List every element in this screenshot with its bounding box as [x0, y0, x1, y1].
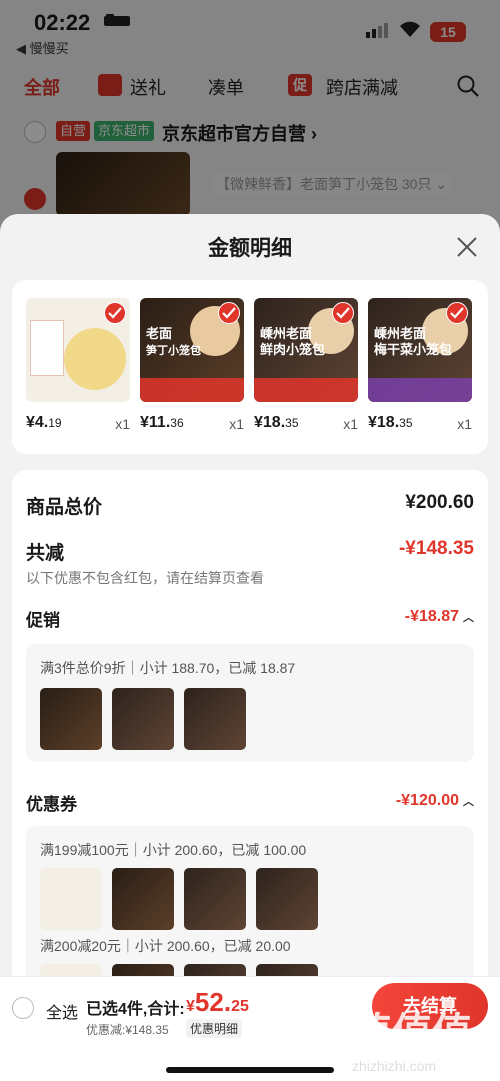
promo-toggle[interactable]: -¥18.87 ︿ — [405, 608, 474, 626]
product-caption: 嵊州老面 鲜肉小笼包 — [260, 326, 326, 357]
price-decimal: 35 — [285, 416, 299, 430]
watermark-text: 值值值 — [352, 1011, 472, 1055]
price-main: ¥18. — [368, 414, 400, 431]
product-qty: x1 — [457, 416, 472, 432]
promo-value: -¥18.87 — [404, 608, 459, 625]
product-thumbnail — [112, 868, 174, 930]
chevron-up-icon: ︿ — [463, 796, 474, 808]
promo-rule-text: 满3件总价9折｜小计 188.70，已减 18.87 — [40, 660, 296, 676]
amount-detail-sheet: 金额明细 ¥4.19 x1 老面 笋丁小笼包 ¥11.36 x1 嵊州老面 鲜肉… — [0, 214, 500, 1081]
product-thumbnail — [40, 688, 102, 750]
product-thumbnail — [40, 868, 102, 930]
tofu-skin-image — [64, 328, 126, 390]
product-thumbnail — [112, 688, 174, 750]
promo-label: 促销 — [26, 611, 60, 630]
product-price: ¥18.35 — [254, 414, 299, 432]
product-thumbnail — [184, 868, 246, 930]
discount-detail-button[interactable]: 优惠明细 — [186, 1019, 243, 1038]
price-breakdown-card: 商品总价 ¥200.60 共减 -¥148.35 以下优惠不包含红包，请在结算页… — [12, 470, 488, 1046]
product-check-icon[interactable] — [446, 302, 468, 324]
product-banner — [140, 378, 244, 402]
product-price: ¥18.35 — [368, 414, 413, 432]
select-all-radio[interactable] — [12, 997, 34, 1019]
product-caption: 嵊州老面 梅干菜小笼包 — [374, 326, 453, 357]
product-image: 老面 笋丁小笼包 — [140, 298, 244, 402]
chevron-up-icon: ︿ — [463, 612, 474, 624]
currency-symbol: ¥ — [186, 998, 195, 1015]
total-value: ¥200.60 — [405, 492, 474, 513]
product-image — [26, 298, 130, 402]
coupon-value: -¥120.00 — [395, 792, 459, 809]
coupon-label: 优惠券 — [26, 795, 77, 814]
discount-summary: 优惠减:¥148.35 — [86, 1023, 169, 1037]
product-item[interactable]: 老面 笋丁小笼包 ¥11.36 x1 — [140, 298, 244, 432]
coupon-rule-text: 满199减100元｜小计 200.60，已减 100.00 — [40, 842, 307, 858]
sheet-title: 金额明细 — [208, 237, 292, 260]
home-indicator — [166, 1067, 334, 1073]
product-item[interactable]: ¥4.19 x1 — [26, 298, 130, 432]
coupon-toggle[interactable]: -¥120.00 ︿ — [396, 792, 474, 810]
total-main: 52. — [194, 987, 232, 1017]
product-caption: 老面 笋丁小笼包 — [146, 326, 201, 357]
product-item[interactable]: 嵊州老面 鲜肉小笼包 ¥18.35 x1 — [254, 298, 358, 432]
price-decimal: 19 — [48, 416, 62, 430]
coupon-rule-text: 满200减20元｜小计 200.60，已减 20.00 — [40, 938, 291, 954]
close-icon[interactable] — [456, 236, 478, 258]
product-qty: x1 — [229, 416, 244, 432]
product-check-icon[interactable] — [218, 302, 240, 324]
product-banner — [254, 378, 358, 402]
package-image — [30, 320, 64, 376]
discount-note: 以下优惠不包含红包，请在结算页查看 — [26, 570, 264, 586]
product-check-icon[interactable] — [104, 302, 126, 324]
total-label: 商品总价 — [26, 497, 103, 518]
price-main: ¥11. — [140, 414, 171, 431]
product-qty: x1 — [115, 416, 130, 432]
product-qty: x1 — [343, 416, 358, 432]
product-image: 嵊州老面 鲜肉小笼包 — [254, 298, 358, 402]
discount-label: 共减 — [26, 543, 65, 564]
product-item[interactable]: 嵊州老面 梅干菜小笼包 ¥18.35 x1 — [368, 298, 472, 432]
product-thumbnail — [184, 688, 246, 750]
price-decimal: 36 — [170, 416, 184, 430]
total-decimal: 25 — [231, 998, 249, 1015]
discount-value: -¥148.35 — [398, 538, 474, 559]
product-banner — [368, 378, 472, 402]
watermark-url: zhizhizhi.com — [352, 1058, 437, 1074]
promo-detail-box: 满3件总价9折｜小计 188.70，已减 18.87 — [26, 644, 474, 762]
product-image: 嵊州老面 梅干菜小笼包 — [368, 298, 472, 402]
select-all-label[interactable]: 全选 — [46, 999, 78, 1023]
product-price: ¥11.36 — [140, 414, 184, 432]
total-amount: ¥52.25 — [186, 987, 249, 1018]
price-main: ¥18. — [254, 414, 286, 431]
product-price: ¥4.19 — [26, 414, 62, 432]
price-decimal: 35 — [399, 416, 413, 430]
selected-count: 已选4件,合计: — [86, 1001, 185, 1018]
selected-products-card: ¥4.19 x1 老面 笋丁小笼包 ¥11.36 x1 嵊州老面 鲜肉小笼包 ¥18… — [12, 280, 488, 454]
price-main: ¥4. — [26, 414, 49, 431]
product-check-icon[interactable] — [332, 302, 354, 324]
product-thumbnail — [256, 868, 318, 930]
